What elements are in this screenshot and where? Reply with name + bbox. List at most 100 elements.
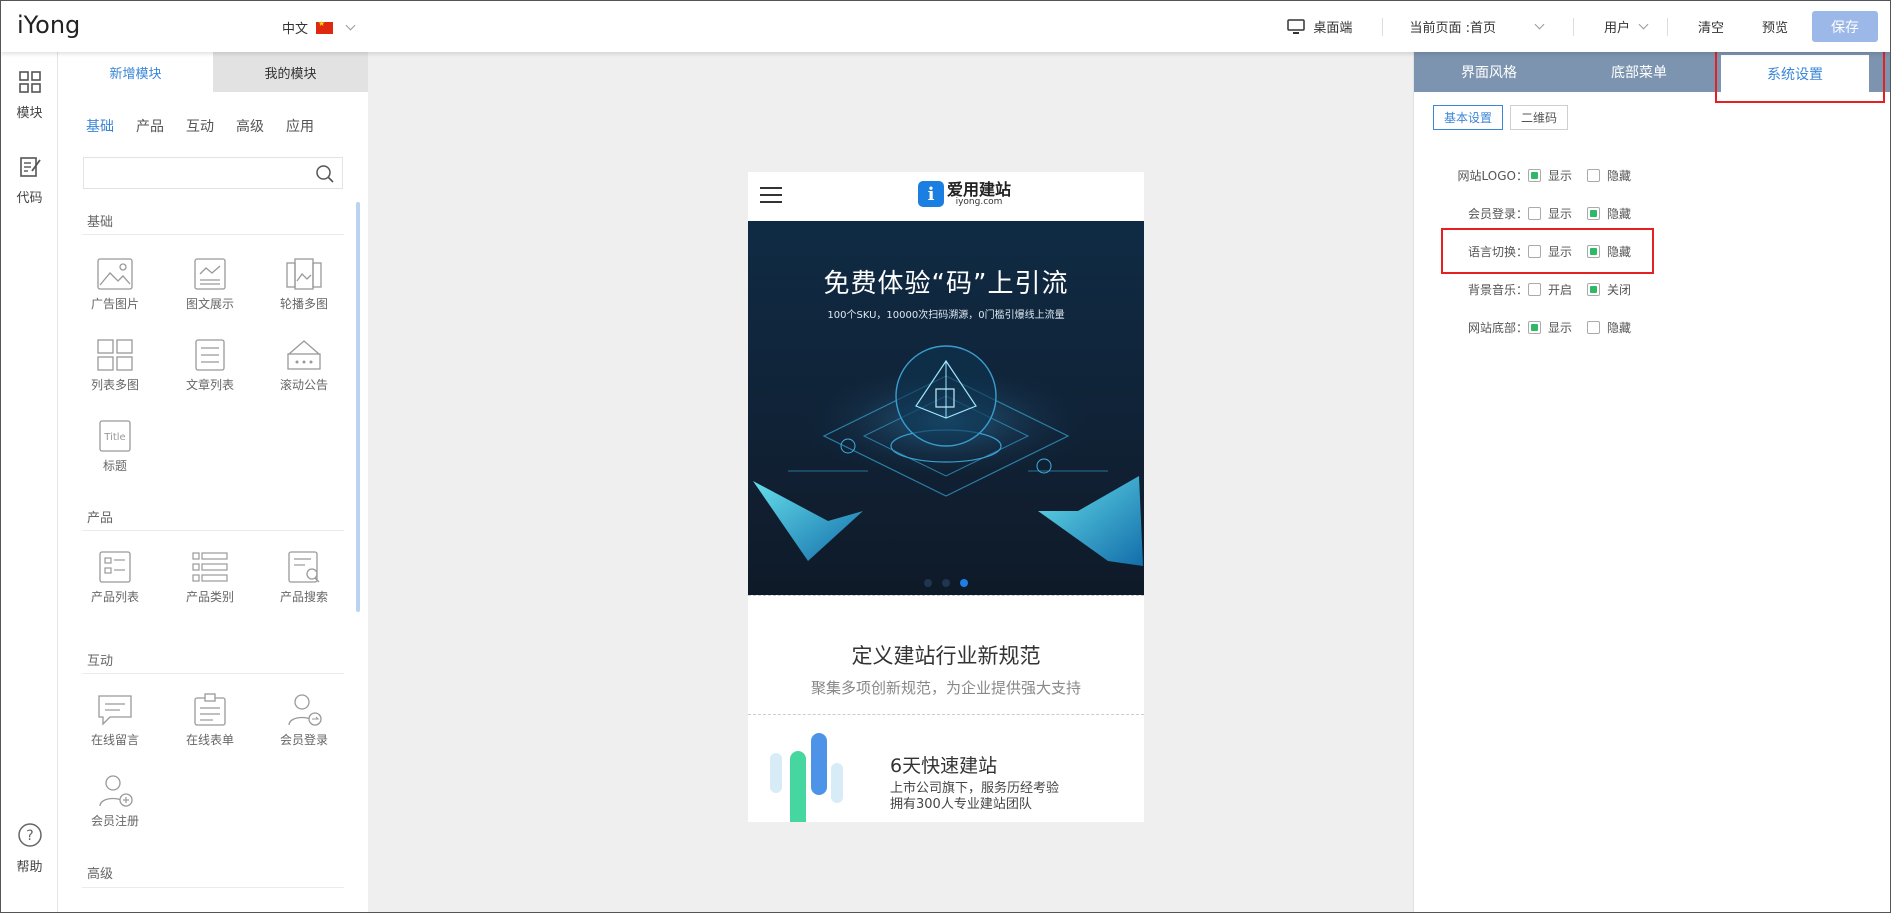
module-member-register[interactable]: 会员注册 (75, 774, 155, 829)
option-off[interactable]: 关闭 (1587, 281, 1631, 298)
subtab-basic-settings[interactable]: 基本设置 (1433, 105, 1504, 130)
carousel-dot-active[interactable] (960, 579, 968, 587)
module-online-form[interactable]: 在线表单 (170, 693, 250, 748)
chevron-down-icon (1534, 19, 1545, 30)
image-icon (97, 258, 133, 290)
subtab-qrcode[interactable]: 二维码 (1510, 105, 1569, 130)
module-label: 标题 (102, 459, 127, 473)
clear-button[interactable]: 清空 (1698, 17, 1724, 36)
current-page-select[interactable]: 当前页面 :首页 (1409, 17, 1545, 36)
module-panel: 新增模块 我的模块 基础 产品 互动 高级 应用 基础 广告图片 图文展示 轮播… (58, 52, 368, 912)
bars-illustration-icon (770, 733, 843, 822)
feature-section[interactable]: 定义建站行业新规范 聚集多项创新规范，为企业提供强大支持 (748, 595, 1144, 715)
option-show[interactable]: 显示 (1528, 319, 1572, 336)
option-hide[interactable]: 隐藏 (1587, 319, 1631, 336)
module-label: 会员注册 (90, 814, 139, 828)
module-article-list[interactable]: 文章列表 (170, 338, 250, 393)
svg-text:?: ? (26, 828, 33, 844)
carousel-dot[interactable] (924, 579, 932, 587)
tab-add-module[interactable]: 新增模块 (58, 52, 213, 92)
checkbox[interactable] (1587, 169, 1600, 182)
phone-preview[interactable]: i 爱用建站 iyong.com 免费体验“码”上引流 100个SKU，1000… (748, 172, 1144, 822)
section-title-product: 产品 (87, 511, 114, 526)
section-title-advanced: 高级 (87, 867, 114, 882)
search-icon[interactable] (315, 164, 335, 184)
chevron-down-icon (1638, 19, 1649, 30)
hero-banner[interactable]: 免费体验“码”上引流 100个SKU，10000次扫码溯源，0门槛引爆线上流量 (748, 221, 1144, 595)
current-page-label: 当前页面 :首页 (1409, 21, 1496, 36)
module-label: 产品类别 (185, 590, 234, 604)
module-scrollbar[interactable] (356, 202, 360, 612)
rail-help[interactable]: ? 帮助 (1, 822, 58, 875)
module-member-login[interactable]: 会员登录 (264, 693, 344, 748)
feature-title: 定义建站行业新规范 (851, 644, 1041, 668)
subtab-interact[interactable]: 互动 (186, 116, 214, 136)
brand-logo: iYong (17, 11, 81, 39)
module-online-message[interactable]: 在线留言 (75, 693, 155, 748)
module-product-search[interactable]: 产品搜索 (264, 550, 344, 605)
option-show[interactable]: 显示 (1528, 205, 1572, 222)
section-title-basic: 基础 (87, 215, 114, 230)
checkbox-checked[interactable] (1587, 283, 1600, 296)
phone-header: i 爱用建站 iyong.com (748, 172, 1144, 221)
module-scroll-notice[interactable]: 滚动公告 (264, 338, 344, 393)
module-label: 会员登录 (279, 733, 328, 747)
carousel-dots (748, 576, 1144, 591)
user-menu[interactable]: 用户 (1604, 17, 1649, 36)
checkbox-checked[interactable] (1528, 321, 1541, 334)
rail-code[interactable]: 代码 (1, 155, 58, 206)
option-label: 隐藏 (1607, 207, 1632, 221)
divider (1666, 17, 1668, 36)
tab-my-modules[interactable]: 我的模块 (213, 52, 368, 92)
module-image-text[interactable]: 图文展示 (170, 257, 250, 312)
feature-subtitle: 聚集多项创新规范，为企业提供强大支持 (810, 679, 1081, 697)
logo-mark-icon: i (918, 181, 944, 207)
option-hide[interactable]: 隐藏 (1587, 167, 1631, 184)
checkbox-checked[interactable] (1587, 207, 1600, 220)
checkbox[interactable] (1587, 321, 1600, 334)
module-carousel[interactable]: 轮播多图 (264, 257, 344, 312)
checkbox[interactable] (1528, 207, 1541, 220)
menu-icon[interactable] (760, 187, 782, 205)
checkbox-checked[interactable] (1528, 169, 1541, 182)
device-label: 桌面端 (1313, 21, 1353, 36)
option-show[interactable]: 显示 (1528, 167, 1572, 184)
option-on[interactable]: 开启 (1528, 281, 1572, 298)
option-label: 显示 (1548, 321, 1573, 335)
subtab-advanced[interactable]: 高级 (236, 116, 264, 136)
subtab-apps[interactable]: 应用 (286, 116, 314, 136)
module-label: 产品搜索 (279, 590, 328, 604)
option-hide[interactable]: 隐藏 (1587, 205, 1631, 222)
device-toggle[interactable]: 桌面端 (1287, 17, 1352, 36)
carousel-dot[interactable] (942, 579, 950, 587)
tab-bottom-menu[interactable]: 底部菜单 (1564, 52, 1714, 92)
quick-build-title: 6天快速建站 (890, 755, 998, 777)
subtab-basic[interactable]: 基础 (86, 116, 114, 136)
quick-build-section[interactable]: 6天快速建站 上市公司旗下，服务历经考验 拥有300人专业建站团队 (748, 715, 1144, 822)
save-button[interactable]: 保存 (1812, 11, 1878, 42)
preview-button[interactable]: 预览 (1762, 17, 1788, 36)
module-label: 广告图片 (90, 297, 139, 311)
chevron-down-icon (345, 20, 356, 31)
clipboard-icon (194, 693, 226, 726)
language-select[interactable]: 中文 (282, 18, 356, 37)
section-title-interact: 互动 (87, 654, 114, 669)
module-product-category[interactable]: 产品类别 (170, 550, 250, 605)
checkbox[interactable] (1528, 283, 1541, 296)
subtab-product[interactable]: 产品 (136, 116, 164, 136)
module-product-list[interactable]: 产品列表 (75, 550, 155, 605)
divider (1572, 17, 1574, 36)
left-rail: 模块 代码 ? 帮助 (1, 52, 58, 912)
title-icon: Title (99, 420, 131, 452)
option-label: 隐藏 (1607, 169, 1632, 183)
module-ad-image[interactable]: 广告图片 (75, 257, 155, 312)
tab-ui-style[interactable]: 界面风格 (1414, 52, 1564, 92)
category-icon (192, 552, 228, 582)
module-list-images[interactable]: 列表多图 (75, 338, 155, 393)
module-label: 在线留言 (90, 733, 139, 747)
rail-modules[interactable]: 模块 (1, 70, 58, 121)
china-flag-icon (316, 19, 334, 34)
module-title[interactable]: Title 标题 (75, 419, 155, 474)
module-search-input[interactable] (83, 157, 343, 189)
app-window: iYong 中文 桌面端 当前页面 :首页 用户 (0, 0, 1891, 913)
